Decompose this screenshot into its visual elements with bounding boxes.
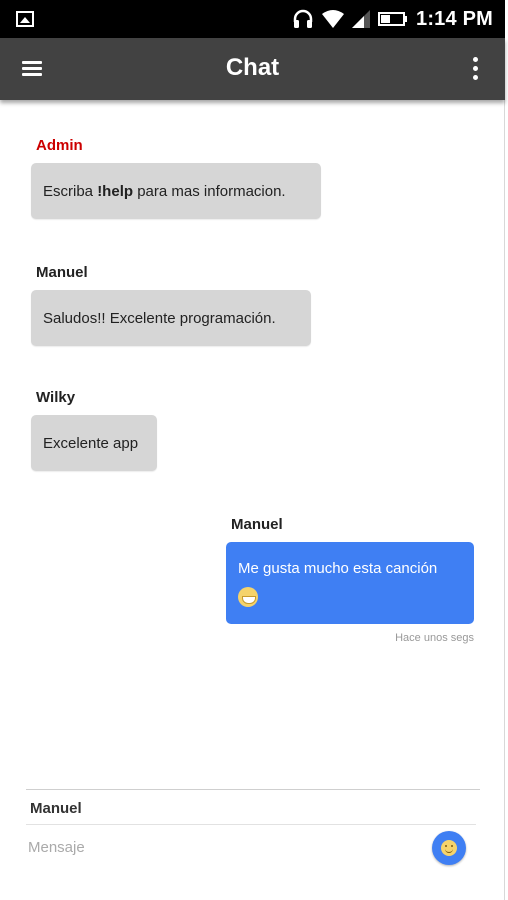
gallery-icon: [16, 11, 34, 27]
page-title: Chat: [225, 54, 280, 81]
message-item: Manuel Saludos!! Excelente programación.: [31, 264, 311, 346]
signal-icon: [352, 10, 370, 28]
message-item: Wilky Excelente app: [31, 389, 157, 471]
message-text: Excelente app: [43, 434, 139, 452]
divider: [26, 789, 480, 790]
message-bubble[interactable]: Escriba !help para mas informacion.: [31, 163, 321, 219]
message-item: Admin Escriba !help para mas informacion…: [31, 137, 321, 219]
message-input[interactable]: [28, 832, 408, 862]
emoji-icon: [441, 840, 457, 856]
divider: [26, 824, 476, 825]
grin-emoji-icon: [238, 587, 258, 607]
chat-screen: 1:14 PM Chat Admin Escriba !help para ma…: [0, 0, 505, 900]
status-bar: 1:14 PM: [0, 0, 505, 38]
message-text: Me gusta mucho esta canción: [238, 560, 438, 577]
message-bubble[interactable]: Saludos!! Excelente programación.: [31, 290, 311, 346]
message-sender: Manuel: [36, 264, 88, 281]
emoji-button[interactable]: [432, 831, 466, 865]
message-text: Escriba !help para mas informacion.: [43, 182, 286, 200]
message-list: Admin Escriba !help para mas informacion…: [0, 100, 505, 780]
app-bar: Chat: [0, 38, 505, 100]
message-bubble[interactable]: Me gusta mucho esta canción: [226, 542, 474, 624]
more-vert-icon[interactable]: [463, 54, 487, 84]
message-timestamp: Hace unos segs: [395, 632, 474, 644]
status-time: 1:14 PM: [416, 7, 493, 30]
message-bubble[interactable]: Excelente app: [31, 415, 157, 471]
status-icons: 1:14 PM: [292, 0, 493, 38]
battery-icon: [378, 12, 407, 26]
message-sender: Admin: [36, 137, 83, 154]
message-sender: Manuel: [231, 516, 283, 533]
message-item-outgoing: Manuel Me gusta mucho esta canción Hace …: [226, 516, 474, 644]
message-sender: Wilky: [36, 389, 76, 406]
composer-username: Manuel: [30, 800, 82, 817]
message-text: Saludos!! Excelente programación.: [43, 309, 276, 327]
headphones-icon: [293, 9, 313, 28]
wifi-icon: [322, 10, 344, 28]
